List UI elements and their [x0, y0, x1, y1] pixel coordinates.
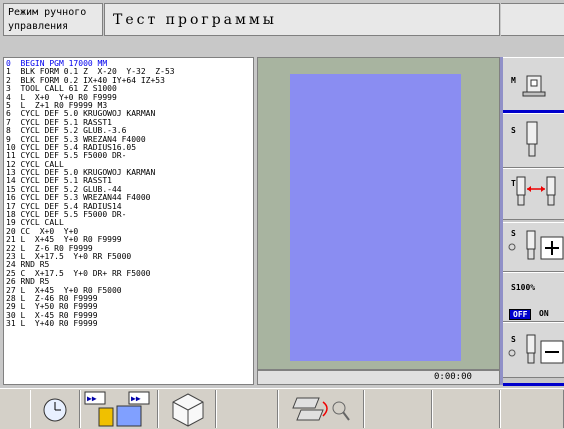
spindle-icon	[526, 121, 538, 157]
3d-view-softkey[interactable]	[158, 390, 216, 428]
clock-softkey[interactable]	[30, 390, 80, 428]
clock-icon	[43, 398, 67, 422]
spindle-s-button[interactable]: S	[503, 113, 564, 168]
spindle-plus-button[interactable]: S	[503, 222, 564, 272]
on-toggle[interactable]: ON	[539, 309, 549, 318]
off-toggle[interactable]: OFF	[509, 309, 532, 320]
m-function-button[interactable]: M	[503, 57, 564, 112]
cube-3d-icon	[172, 393, 204, 427]
override-label: S100%	[511, 283, 536, 292]
softkey-blank-4[interactable]	[500, 390, 564, 428]
softkey-blank-2[interactable]	[364, 390, 432, 428]
spindle-override-toggle[interactable]: S100% OFF ON	[503, 272, 564, 322]
single-block-softkey[interactable]: ▶▶ ▶▶	[80, 390, 158, 428]
block-scan-icon	[292, 397, 350, 421]
spindle-minus-button[interactable]: S	[503, 322, 564, 378]
softkey-blank-1[interactable]	[216, 390, 278, 428]
softkey-blank-3[interactable]	[432, 390, 500, 428]
header-right-blank	[501, 3, 564, 36]
mode-panel: Режим ручного управления	[3, 3, 103, 36]
spindle-decrease-icon	[508, 334, 564, 364]
page-title: Тест программы	[113, 12, 277, 28]
program-line[interactable]: 31 L Y+40 R0 F9999	[6, 319, 253, 328]
svg-text:▶▶: ▶▶	[131, 394, 141, 403]
timer-value: 0:00:00	[434, 372, 472, 382]
single-block-icon: ▶▶ ▶▶	[84, 391, 150, 427]
tool-change-icon	[516, 176, 556, 206]
timer-bar: 0:00:00	[257, 370, 500, 385]
selection-marker-bottom	[503, 383, 564, 386]
tool-t-button[interactable]: T	[503, 168, 564, 220]
simulation-graphics	[257, 57, 500, 370]
m-function-icon	[522, 75, 546, 97]
workpiece-blank	[290, 74, 461, 361]
page-title-panel: Тест программы	[104, 3, 500, 36]
svg-text:▶▶: ▶▶	[87, 394, 97, 403]
block-search-softkey[interactable]	[278, 390, 364, 428]
mode-label-line1: Режим ручного	[8, 7, 87, 18]
mode-label-line2: управления	[8, 21, 69, 32]
program-listing[interactable]: 0 BEGIN PGM 17000 MM 1 BLK FORM 0.1 Z X-2…	[3, 57, 254, 385]
spindle-increase-icon	[508, 230, 564, 260]
